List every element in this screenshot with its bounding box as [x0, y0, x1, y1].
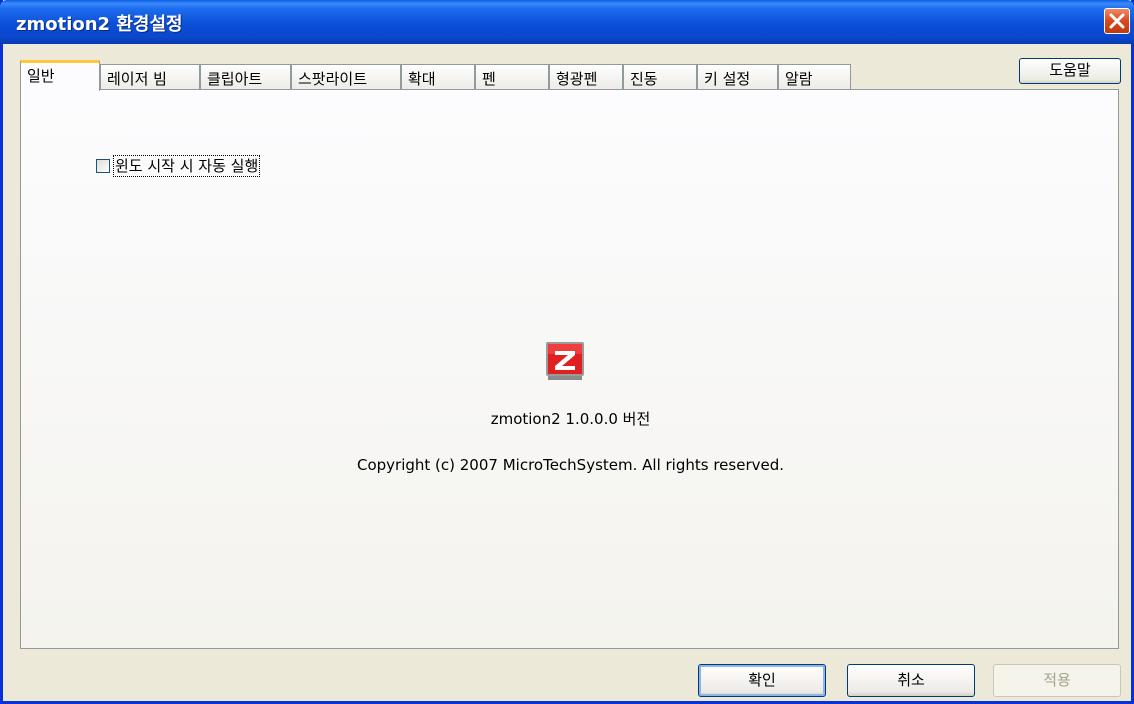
- tab-label: 형광펜: [556, 70, 598, 88]
- tab-zoom[interactable]: 확대: [401, 64, 475, 90]
- tab-spotlight[interactable]: 스팟라이트: [291, 64, 401, 90]
- tab-panel-general: 윈도 시작 시 자동 실행 zmotion2 1.0.0.0 버전 Copyri…: [20, 89, 1119, 649]
- close-icon: [1109, 13, 1125, 29]
- tab-clipart[interactable]: 클립아트: [200, 64, 291, 90]
- tab-pen[interactable]: 펜: [475, 64, 549, 90]
- tab-alarm[interactable]: 알람: [778, 64, 851, 90]
- tab-label: 펜: [482, 70, 496, 88]
- tab-label: 확대: [408, 70, 436, 88]
- tab-key-settings[interactable]: 키 설정: [697, 64, 778, 90]
- tab-label: 일반: [27, 67, 55, 85]
- tab-label: 스팟라이트: [298, 70, 368, 88]
- zmotion-logo-icon: [546, 342, 584, 380]
- help-button[interactable]: 도움말: [1019, 58, 1121, 84]
- tab-highlighter[interactable]: 형광펜: [549, 64, 623, 90]
- tab-general[interactable]: 일반: [20, 60, 100, 91]
- cancel-button[interactable]: 취소: [847, 664, 975, 697]
- apply-button[interactable]: 적용: [993, 664, 1121, 697]
- ok-button[interactable]: 확인: [698, 664, 826, 697]
- copyright-text: Copyright (c) 2007 MicroTechSystem. All …: [356, 456, 785, 474]
- autostart-label[interactable]: 윈도 시작 시 자동 실행: [112, 155, 261, 177]
- window-title: zmotion2 환경설정: [16, 14, 183, 35]
- autostart-checkbox[interactable]: [96, 159, 110, 173]
- tab-label: 레이저 빔: [107, 70, 167, 88]
- tab-label: 알람: [785, 70, 813, 88]
- close-button[interactable]: [1104, 8, 1130, 34]
- title-bar[interactable]: zmotion2 환경설정: [0, 0, 1134, 44]
- tab-label: 키 설정: [704, 70, 751, 88]
- tab-label: 진동: [630, 70, 658, 88]
- tab-vibration[interactable]: 진동: [623, 64, 697, 90]
- tab-label: 클립아트: [207, 70, 263, 88]
- tab-laser-beam[interactable]: 레이저 빔: [100, 64, 200, 90]
- version-text: zmotion2 1.0.0.0 버전: [490, 410, 651, 428]
